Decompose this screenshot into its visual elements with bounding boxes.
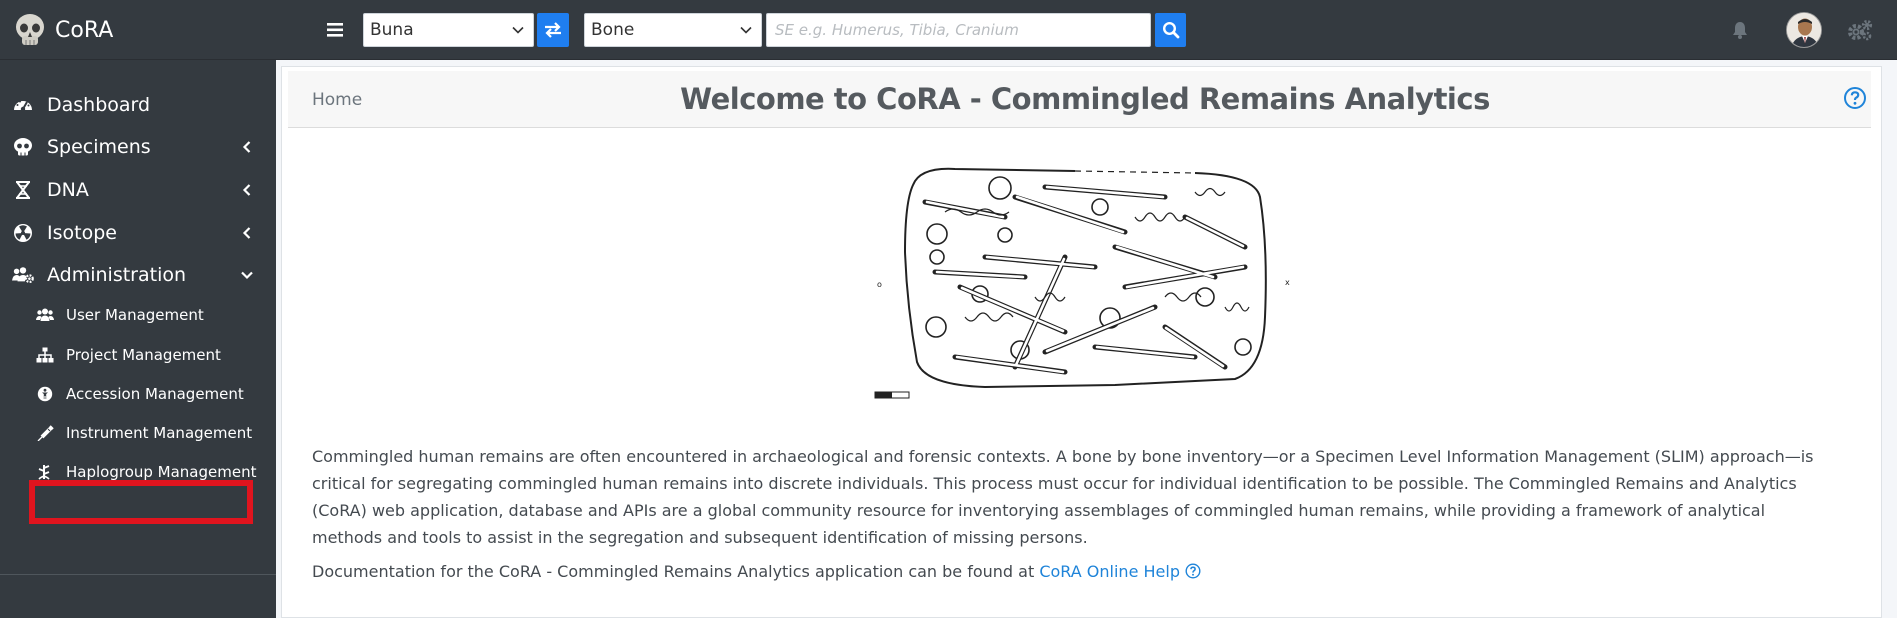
chevron-down-icon: [512, 26, 524, 34]
users-icon: [36, 308, 54, 321]
chevron-down-icon: [241, 271, 253, 280]
sidebar-item-instrument-management[interactable]: Instrument Management: [0, 416, 276, 450]
radiation-icon: [14, 224, 32, 242]
online-help-link[interactable]: CoRA Online Help: [1039, 562, 1180, 581]
search-button[interactable]: [1155, 13, 1186, 47]
top-navbar: CoRA Buna Bone: [0, 0, 1897, 60]
haplogroup-icon: [38, 465, 50, 480]
chevron-left-icon: [242, 227, 251, 239]
sidebar-item-label: Specimens: [47, 136, 151, 158]
sidebar-item-label: DNA: [47, 179, 89, 201]
avatar[interactable]: [1786, 12, 1822, 48]
dna-icon: [16, 181, 30, 199]
skull-logo-icon: [16, 14, 44, 45]
sidebar-item-project-management[interactable]: Project Management: [0, 338, 276, 372]
project-select-value: Buna: [370, 20, 414, 40]
chevron-left-icon: [242, 141, 251, 153]
sidebar-item-label: Isotope: [47, 222, 117, 244]
brand[interactable]: CoRA: [13, 12, 113, 48]
sidebar-item-label: Administration: [47, 264, 187, 286]
bell-icon[interactable]: [1730, 20, 1750, 40]
sidebar-item-dashboard[interactable]: Dashboard: [0, 85, 276, 125]
swap-button[interactable]: [537, 13, 569, 47]
svg-text:x: x: [1285, 278, 1290, 287]
sidebar-item-dna[interactable]: DNA: [0, 170, 276, 210]
element-select[interactable]: Bone: [584, 13, 762, 47]
search-input[interactable]: [766, 13, 1151, 47]
intro-paragraph: Commingled human remains are often encou…: [312, 447, 1814, 547]
sidebar-item-administration[interactable]: Administration: [0, 255, 276, 295]
sidebar-item-label: Haplogroup Management: [66, 463, 257, 481]
help-icon[interactable]: [1843, 86, 1867, 110]
syringe-icon: [37, 425, 54, 441]
sitemap-icon: [36, 347, 54, 363]
hamburger-menu-icon[interactable]: [324, 19, 346, 41]
sidebar: Dashboard Specimens DNA Isotope Administ…: [0, 60, 276, 618]
documentation-line: Documentation for the CoRA - Commingled …: [312, 562, 1201, 581]
sidebar-item-accession-management[interactable]: Accession Management: [0, 377, 276, 411]
sidebar-item-label: Instrument Management: [66, 424, 253, 442]
breadcrumb[interactable]: Home: [312, 90, 362, 110]
users-cog-icon: [12, 267, 34, 284]
sidebar-divider: [0, 574, 276, 575]
svg-text:o: o: [877, 280, 882, 289]
exchange-icon: [545, 22, 561, 38]
documentation-text: Documentation for the CoRA - Commingled …: [312, 562, 1040, 581]
sidebar-item-label: Dashboard: [47, 94, 151, 116]
settings-cogs-icon[interactable]: [1846, 18, 1874, 42]
sidebar-item-haplogroup-management[interactable]: Haplogroup Management: [0, 455, 276, 489]
sidebar-item-user-management[interactable]: User Management: [0, 298, 276, 332]
chevron-down-icon: [740, 26, 752, 34]
sidebar-item-label: User Management: [66, 306, 204, 324]
sidebar-item-label: Accession Management: [66, 385, 244, 403]
dashboard-icon: [14, 100, 32, 112]
commingled-remains-illustration: o x: [865, 157, 1300, 402]
element-select-value: Bone: [591, 20, 635, 40]
skull-icon: [14, 138, 32, 156]
chevron-left-icon: [242, 184, 251, 196]
brand-name: CoRA: [55, 17, 114, 43]
sidebar-item-label: Project Management: [66, 346, 221, 364]
help-circle-icon[interactable]: [1185, 563, 1201, 579]
user-photo-icon: [1787, 13, 1821, 47]
sidebar-item-isotope[interactable]: Isotope: [0, 213, 276, 253]
project-select[interactable]: Buna: [363, 13, 534, 47]
page-title: Welcome to CoRA - Commingled Remains Ana…: [680, 82, 1490, 116]
sidebar-item-specimens[interactable]: Specimens: [0, 127, 276, 167]
search-icon: [1162, 21, 1179, 39]
accession-icon: [37, 386, 53, 402]
